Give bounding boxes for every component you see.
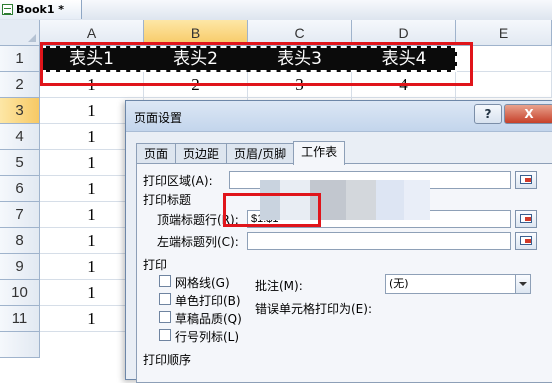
select-all-corner[interactable] <box>0 20 40 46</box>
rows-to-repeat-label: 顶端标题行(R): <box>157 213 239 227</box>
columns-to-repeat-field[interactable] <box>247 232 511 250</box>
help-button[interactable]: ? <box>474 104 502 124</box>
row-header-12[interactable] <box>0 332 40 358</box>
row-header-9[interactable]: 9 <box>0 254 40 280</box>
column-header-e[interactable]: E <box>456 20 552 46</box>
tab-header-footer[interactable]: 页眉/页脚 <box>226 143 295 164</box>
pixelated-watermark <box>260 180 430 220</box>
chevron-down-icon <box>515 275 530 293</box>
rows-to-repeat-collapse-icon[interactable] <box>515 210 537 228</box>
workbook-tab[interactable]: Book1 * <box>0 0 82 19</box>
columns-to-repeat-collapse-icon[interactable] <box>515 232 537 250</box>
gridlines-checkbox[interactable] <box>159 275 171 287</box>
row-header-8[interactable]: 8 <box>0 228 40 254</box>
row-header-5[interactable]: 5 <box>0 150 40 176</box>
row-header-10[interactable]: 10 <box>0 280 40 306</box>
dialog-tabs: 页面 页边距 页眉/页脚 工作表 <box>136 141 346 165</box>
dialog-titlebar[interactable]: 页面设置 ? X <box>126 101 552 132</box>
row-col-headings-checkbox[interactable] <box>159 329 171 341</box>
row-header-3[interactable]: 3 <box>0 98 40 124</box>
print-titles-section: 打印标题 <box>143 193 192 207</box>
column-header-a[interactable]: A <box>40 20 144 46</box>
comments-label: 批注(M): <box>255 279 303 293</box>
print-section: 打印 <box>143 258 168 272</box>
cell-d2[interactable]: 4 <box>352 72 456 98</box>
row-header-2[interactable]: 2 <box>0 72 40 98</box>
close-button[interactable]: X <box>504 104 552 124</box>
row-header-6[interactable]: 6 <box>0 176 40 202</box>
cell-a2[interactable]: 1 <box>40 72 144 98</box>
draft-quality-checkbox[interactable] <box>159 311 171 323</box>
tab-page[interactable]: 页面 <box>136 143 177 164</box>
dialog-title: 页面设置 <box>134 111 183 125</box>
row-header-7[interactable]: 7 <box>0 202 40 228</box>
tab-margins[interactable]: 页边距 <box>175 143 228 164</box>
column-header-c[interactable]: C <box>248 20 352 46</box>
row-header-4[interactable]: 4 <box>0 124 40 150</box>
black-white-label: 单色打印(B) <box>175 294 241 308</box>
cell-c1[interactable]: 表头3 <box>248 46 352 72</box>
cell-b2[interactable]: 2 <box>144 72 248 98</box>
cell-a1[interactable]: 表头1 <box>40 46 144 72</box>
workbook-tab-label: Book1 * <box>16 3 65 16</box>
excel-workbook-icon <box>2 4 13 15</box>
cell-e1[interactable] <box>457 46 552 72</box>
page-setup-dialog: 页面设置 ? X 页面 页边距 页眉/页脚 工作表 打印区域(A): 打印标题 … <box>125 100 552 383</box>
column-header-b[interactable]: B <box>144 20 248 46</box>
columns-to-repeat-label: 左端标题列(C): <box>157 235 239 249</box>
gridlines-label: 网格线(G) <box>175 276 230 290</box>
row-header-11[interactable]: 11 <box>0 306 40 332</box>
cell-d1[interactable]: 表头4 <box>352 46 457 72</box>
cell-c2[interactable]: 3 <box>248 72 352 98</box>
row-header-1[interactable]: 1 <box>0 46 40 72</box>
comments-select-value: (无) <box>389 277 409 290</box>
workbook-tabstrip: Book1 * <box>0 0 552 21</box>
print-area-collapse-icon[interactable] <box>515 171 537 189</box>
draft-quality-label: 草稿品质(Q) <box>175 312 242 326</box>
cell-e2[interactable] <box>456 72 552 98</box>
column-header-d[interactable]: D <box>352 20 456 46</box>
page-order-section: 打印顺序 <box>143 353 192 367</box>
row-col-headings-label: 行号列标(L) <box>175 330 240 344</box>
tab-sheet[interactable]: 工作表 <box>293 141 346 165</box>
black-white-checkbox[interactable] <box>159 293 171 305</box>
comments-select[interactable]: (无) <box>385 274 531 294</box>
cell-b1[interactable]: 表头2 <box>144 46 248 72</box>
cell-errors-label: 错误单元格打印为(E): <box>255 302 372 316</box>
print-area-label: 打印区域(A): <box>143 174 213 188</box>
